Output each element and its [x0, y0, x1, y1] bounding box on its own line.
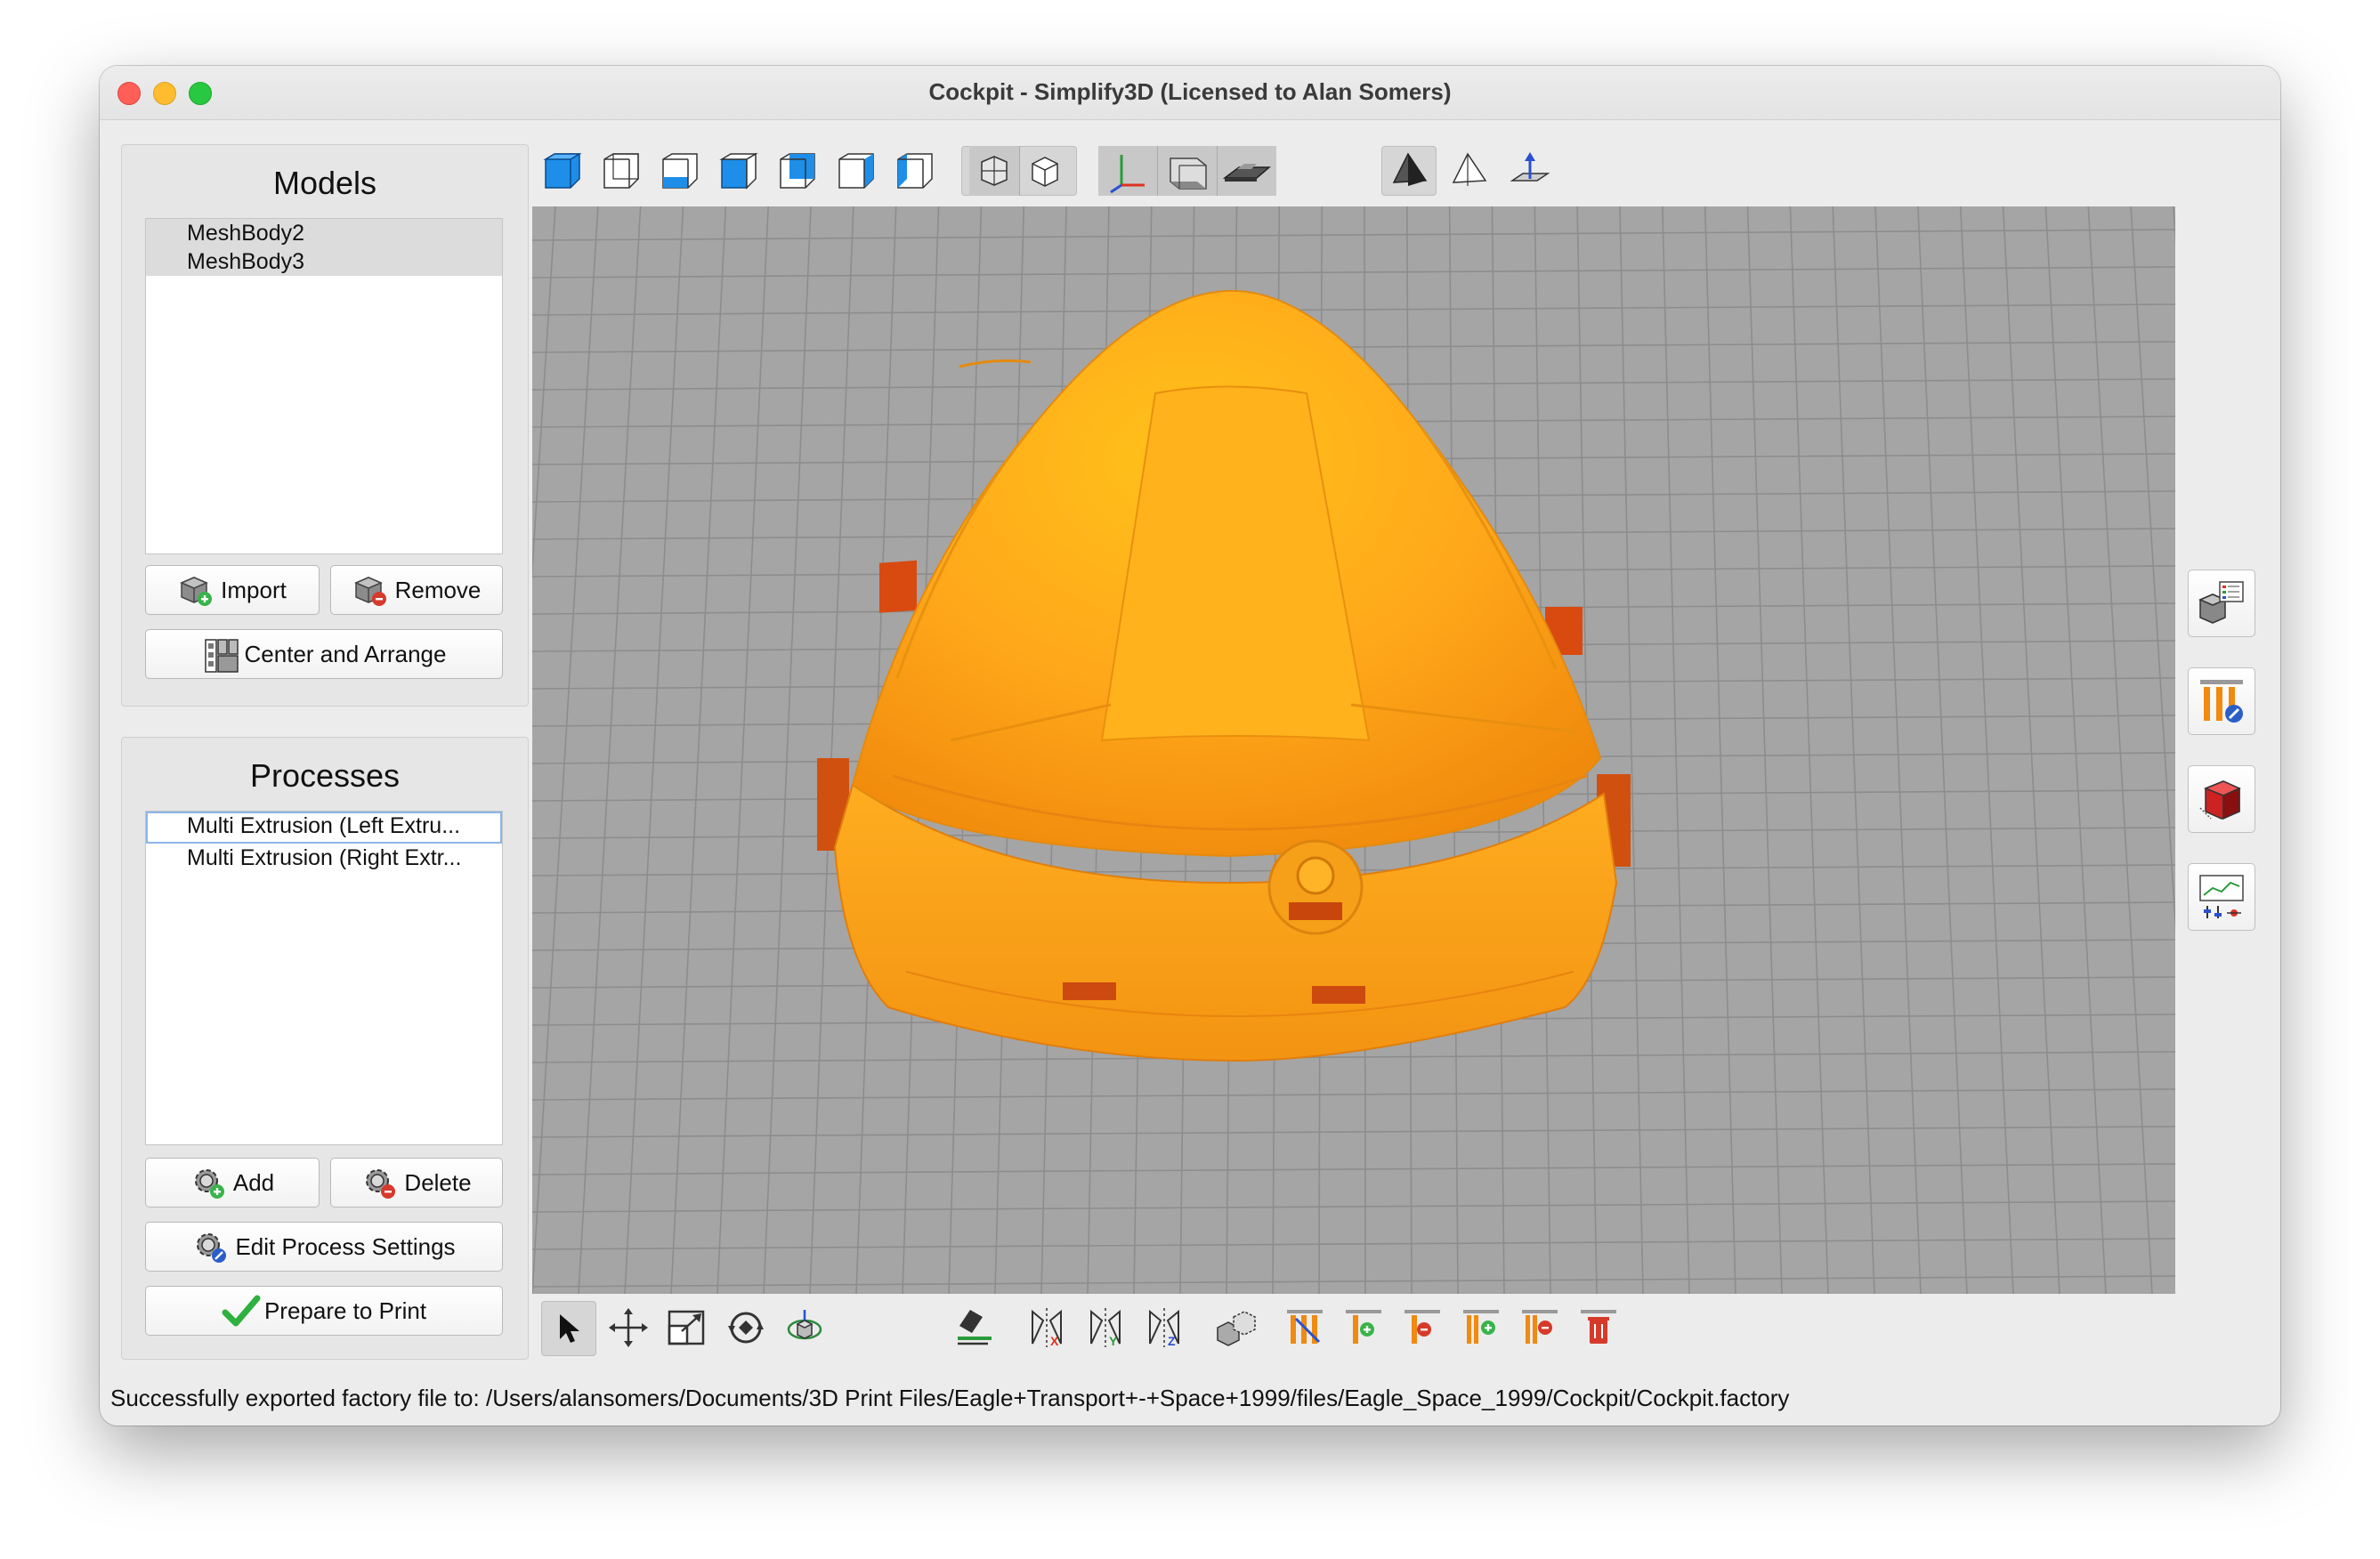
add-process-button[interactable]: Add [145, 1158, 320, 1208]
remove-model-icon [352, 572, 388, 608]
title-bar: Cockpit - Simplify3D (Licensed to Alan S… [100, 66, 2280, 120]
projection-toggle-group [961, 146, 1077, 196]
prepare-to-print-label: Prepare to Print [263, 1296, 427, 1324]
processes-panel: Processes Multi Extrusion (Left Extru...… [121, 737, 529, 1360]
edit-process-settings-label: Edit Process Settings [235, 1232, 456, 1260]
view-front-icon[interactable] [596, 146, 646, 196]
status-message: Successfully exported factory file to: /… [110, 1385, 1790, 1411]
support-settings-icon[interactable] [2188, 667, 2255, 735]
view-left-icon[interactable] [714, 146, 764, 196]
print-bed-icon[interactable] [1218, 146, 1276, 196]
view-back-icon[interactable] [655, 146, 705, 196]
cross-section-icon[interactable] [2188, 765, 2255, 833]
list-item[interactable]: MeshBody2 [146, 219, 502, 247]
processes-heading: Processes [249, 757, 401, 794]
wireframe-cube-icon[interactable] [1020, 146, 1070, 196]
delete-label: Delete [404, 1168, 472, 1196]
view-top-icon[interactable] [831, 146, 881, 196]
display-toggle-group [1098, 146, 1276, 196]
delete-process-button[interactable]: Delete [330, 1158, 503, 1208]
models-list[interactable]: MeshBody2 MeshBody3 [145, 218, 503, 554]
object-list-icon[interactable] [2188, 569, 2255, 637]
import-label: Import [221, 576, 287, 603]
import-model-icon [178, 572, 214, 608]
place-on-bed-icon[interactable] [949, 1303, 999, 1353]
view-default-icon[interactable] [538, 146, 587, 196]
remove-button[interactable]: Remove [330, 565, 503, 615]
support-add-manual-icon[interactable] [1456, 1303, 1506, 1353]
remove-label: Remove [394, 576, 482, 603]
checkmark-icon [222, 1293, 261, 1329]
svg-text:Z: Z [1168, 1334, 1176, 1348]
window-title: Cockpit - Simplify3D (Licensed to Alan S… [928, 78, 1452, 105]
app-window: Cockpit - Simplify3D (Licensed to Alan S… [100, 66, 2280, 1426]
center-and-arrange-button[interactable]: Center and Arrange [145, 629, 503, 679]
list-item[interactable]: Multi Extrusion (Left Extru... [146, 812, 502, 844]
solid-shading-icon[interactable] [1381, 146, 1437, 196]
perspective-icon[interactable] [968, 146, 1020, 196]
models-heading: Models [272, 165, 377, 201]
support-clear-icon[interactable] [1574, 1303, 1623, 1353]
select-icon[interactable] [541, 1301, 596, 1356]
svg-text:Y: Y [1109, 1334, 1118, 1348]
list-item[interactable]: Multi Extrusion (Right Extr... [146, 844, 502, 872]
scale-icon[interactable] [662, 1303, 712, 1353]
build-volume-icon[interactable] [1158, 146, 1218, 196]
move-icon[interactable] [603, 1303, 653, 1353]
transparent-shading-icon[interactable] [1444, 146, 1494, 196]
import-button[interactable]: Import [145, 565, 320, 615]
mirror-z-icon[interactable]: Z [1139, 1303, 1189, 1353]
rotate-3d-icon[interactable] [780, 1303, 830, 1353]
gear-add-icon [190, 1165, 226, 1200]
edit-process-settings-button[interactable]: Edit Process Settings [145, 1222, 503, 1272]
support-edit-icon[interactable] [1280, 1303, 1330, 1353]
support-remove-icon[interactable] [1397, 1303, 1447, 1353]
models-panel: Models MeshBody2 MeshBody3 Import Remove… [121, 144, 529, 707]
center-and-arrange-label: Center and Arrange [244, 640, 447, 667]
view-right-icon[interactable] [773, 146, 822, 196]
arrange-parts-icon[interactable] [1212, 1303, 1262, 1353]
arrange-icon [202, 636, 239, 673]
support-add-icon[interactable] [1339, 1303, 1388, 1353]
3d-viewport[interactable] [532, 206, 2175, 1294]
build-plate-grid [532, 206, 2175, 1294]
axes-icon[interactable] [1098, 146, 1158, 196]
prepare-to-print-button[interactable]: Prepare to Print [145, 1286, 503, 1336]
processes-list[interactable]: Multi Extrusion (Left Extru... Multi Ext… [145, 811, 503, 1145]
ground-plane-icon[interactable] [1504, 146, 1554, 196]
list-item[interactable]: MeshBody3 [146, 247, 502, 276]
svg-text:X: X [1050, 1334, 1059, 1348]
rotate-icon[interactable] [721, 1303, 771, 1353]
add-label: Add [232, 1168, 275, 1196]
view-bottom-icon[interactable] [890, 146, 940, 196]
support-remove-manual-icon[interactable] [1515, 1303, 1565, 1353]
mirror-x-icon[interactable]: X [1022, 1303, 1072, 1353]
gear-edit-icon [192, 1229, 228, 1264]
mirror-y-icon[interactable]: Y [1081, 1303, 1130, 1353]
variable-settings-icon[interactable] [2188, 863, 2255, 931]
gear-delete-icon [361, 1165, 397, 1200]
